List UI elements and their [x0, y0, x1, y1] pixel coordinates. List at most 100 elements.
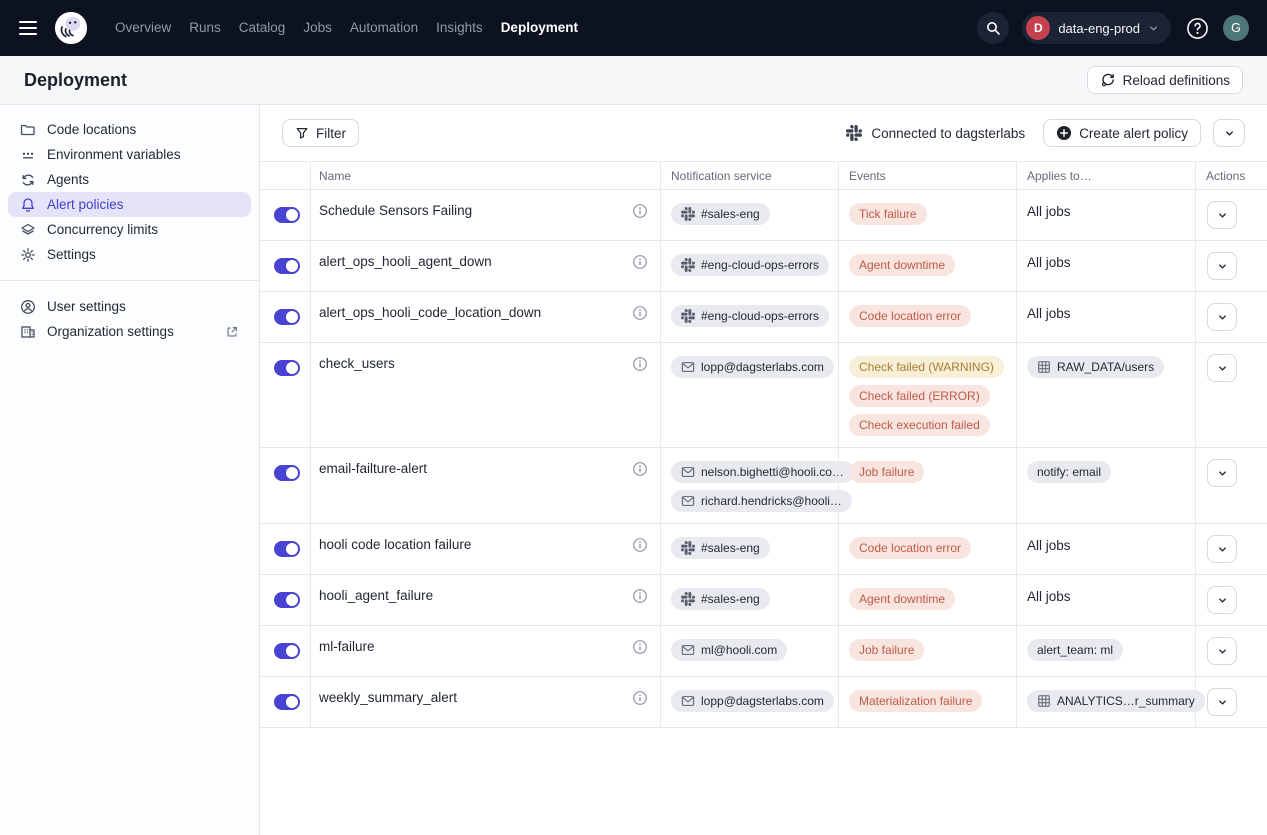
help-button[interactable] — [1184, 15, 1210, 41]
policy-name-cell: ml-failure — [310, 626, 660, 676]
policy-name: alert_ops_hooli_agent_down — [319, 254, 492, 269]
toggle-cell — [260, 626, 310, 676]
notification-chip-label: #sales-eng — [701, 207, 760, 221]
more-options-button[interactable] — [1213, 119, 1245, 147]
applies-to-cell: RAW_DATA/users — [1016, 343, 1195, 447]
sidebar-item-settings[interactable]: Settings — [8, 242, 251, 267]
row-actions-button[interactable] — [1207, 201, 1237, 229]
notification-service-cell: nelson.bighetti@hooli.co…richard.hendric… — [660, 448, 838, 523]
enabled-toggle[interactable] — [274, 592, 300, 608]
enabled-toggle[interactable] — [274, 541, 300, 557]
info-icon[interactable] — [632, 537, 648, 553]
sidebar-item-environment-variables[interactable]: Environment variables — [8, 142, 251, 167]
enabled-toggle[interactable] — [274, 465, 300, 481]
nav-item-overview[interactable]: Overview — [106, 0, 180, 56]
search-button[interactable] — [977, 12, 1009, 44]
dagster-logo-icon[interactable] — [54, 11, 88, 45]
enabled-toggle[interactable] — [274, 207, 300, 223]
nav-item-deployment[interactable]: Deployment — [492, 0, 587, 56]
nav-item-catalog[interactable]: Catalog — [230, 0, 295, 56]
policy-name-cell: hooli_agent_failure — [310, 575, 660, 625]
info-icon[interactable] — [632, 461, 648, 477]
applies-to-cell: notify: email — [1016, 448, 1195, 523]
info-icon[interactable] — [632, 356, 648, 372]
enabled-toggle[interactable] — [274, 643, 300, 659]
policy-name-cell: hooli code location failure — [310, 524, 660, 574]
agents-icon — [20, 172, 36, 188]
actions-cell — [1195, 292, 1267, 342]
enabled-toggle[interactable] — [274, 258, 300, 274]
reload-definitions-label: Reload definitions — [1123, 73, 1230, 88]
applies-to-text: All jobs — [1027, 305, 1185, 321]
sidebar-item-code-locations[interactable]: Code locations — [8, 117, 251, 142]
layers-icon — [20, 222, 36, 238]
hamburger-menu-icon[interactable] — [16, 16, 40, 40]
sidebar-item-organization-settings[interactable]: Organization settings — [8, 319, 251, 344]
reload-definitions-button[interactable]: Reload definitions — [1087, 66, 1243, 94]
info-icon[interactable] — [632, 305, 648, 321]
info-icon[interactable] — [632, 639, 648, 655]
event-badge: Materialization failure — [849, 690, 982, 712]
sidebar-item-alert-policies[interactable]: Alert policies — [8, 192, 251, 217]
toggle-cell — [260, 448, 310, 523]
notification-service-cell: lopp@dagsterlabs.com — [660, 343, 838, 447]
notification-chips: #sales-eng — [671, 203, 828, 225]
events-cell: Materialization failure — [838, 677, 1016, 727]
applies-to-text: All jobs — [1027, 254, 1185, 270]
page-title: Deployment — [24, 70, 127, 91]
enabled-toggle[interactable] — [274, 360, 300, 376]
chevron-down-icon — [1217, 697, 1228, 708]
nav-item-insights[interactable]: Insights — [427, 0, 492, 56]
policy-name: email-failture-alert — [319, 461, 427, 476]
user-avatar[interactable]: G — [1223, 15, 1249, 41]
actions-cell — [1195, 677, 1267, 727]
info-icon[interactable] — [632, 254, 648, 270]
notification-chip: lopp@dagsterlabs.com — [671, 690, 834, 712]
notification-chips: #sales-eng — [671, 537, 828, 559]
applies-to-text: All jobs — [1027, 588, 1185, 604]
sidebar-item-concurrency-limits[interactable]: Concurrency limits — [8, 217, 251, 242]
sidebar-item-agents[interactable]: Agents — [8, 167, 251, 192]
row-actions-button[interactable] — [1207, 459, 1237, 487]
row-actions-button[interactable] — [1207, 688, 1237, 716]
nav-item-runs[interactable]: Runs — [180, 0, 230, 56]
toggle-cell — [260, 292, 310, 342]
info-icon[interactable] — [632, 690, 648, 706]
applies-to-chip-label: alert_team: ml — [1037, 643, 1113, 657]
applies-to-chip: ANALYTICS…r_summary — [1027, 690, 1205, 712]
notification-chip-label: nelson.bighetti@hooli.co… — [701, 465, 844, 479]
deployment-switcher[interactable]: D data-eng-prod — [1022, 12, 1171, 44]
create-alert-policy-button[interactable]: Create alert policy — [1043, 119, 1201, 147]
env-vars-icon — [20, 147, 36, 163]
toggle-cell — [260, 343, 310, 447]
enabled-toggle[interactable] — [274, 309, 300, 325]
slack-icon — [681, 258, 695, 272]
policy-name-cell: alert_ops_hooli_agent_down — [310, 241, 660, 291]
filter-button[interactable]: Filter — [282, 119, 359, 147]
row-actions-button[interactable] — [1207, 354, 1237, 382]
notification-chip: nelson.bighetti@hooli.co… — [671, 461, 854, 483]
policy-name-cell: weekly_summary_alert — [310, 677, 660, 727]
row-actions-button[interactable] — [1207, 252, 1237, 280]
gear-icon — [20, 247, 36, 263]
enabled-toggle[interactable] — [274, 694, 300, 710]
asset-table-icon — [1037, 694, 1051, 708]
nav-item-jobs[interactable]: Jobs — [294, 0, 341, 56]
row-actions-button[interactable] — [1207, 535, 1237, 563]
nav-item-automation[interactable]: Automation — [341, 0, 427, 56]
events-cell: Code location error — [838, 524, 1016, 574]
info-icon[interactable] — [632, 203, 648, 219]
toggle-cell — [260, 241, 310, 291]
sidebar-item-user-settings[interactable]: User settings — [8, 294, 251, 319]
filter-icon — [295, 126, 309, 140]
notification-chip-label: lopp@dagsterlabs.com — [701, 360, 824, 374]
row-actions-button[interactable] — [1207, 637, 1237, 665]
row-actions-button[interactable] — [1207, 303, 1237, 331]
event-badge: Check failed (ERROR) — [849, 385, 990, 407]
row-actions-button[interactable] — [1207, 586, 1237, 614]
info-icon[interactable] — [632, 588, 648, 604]
applies-to-text: All jobs — [1027, 203, 1185, 219]
chevron-down-icon — [1217, 468, 1228, 479]
slack-icon — [681, 592, 695, 606]
actions-cell — [1195, 343, 1267, 447]
